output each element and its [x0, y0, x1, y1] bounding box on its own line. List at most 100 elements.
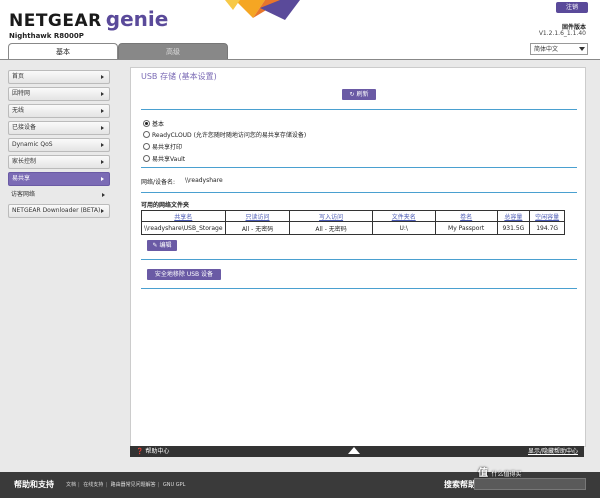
chevron-right-icon — [101, 109, 104, 113]
chevron-down-icon — [579, 47, 585, 51]
sidebar-item-wireless[interactable]: 无线 — [8, 104, 110, 118]
footer-link-docs[interactable]: 文档 — [66, 482, 76, 488]
chevron-right-icon — [101, 160, 104, 164]
help-icon: ❓ — [136, 448, 144, 455]
refresh-label: 刷新 — [356, 91, 369, 98]
refresh-icon: ↻ — [349, 91, 355, 98]
watermark: 值 什么值得买 — [478, 464, 522, 479]
help-center-toggle[interactable]: ❓ 帮助中心 — [136, 446, 169, 457]
device-name-label: 网络/设备名: — [141, 179, 176, 186]
column-header-free-space[interactable]: 空闲容量 — [529, 210, 565, 222]
option-readycloud[interactable]: ReadyCLOUD (允许您随时随地访问您的易共享存储设备) — [143, 130, 306, 139]
divider — [141, 259, 577, 260]
sidebar-item-label: 易共享 — [12, 175, 31, 182]
chevron-right-icon — [101, 126, 104, 130]
safe-remove-usb-button[interactable]: 安全地移除 USB 设备 — [147, 269, 221, 280]
chevron-right-icon — [101, 177, 104, 181]
option-vault[interactable]: 易共享Vault — [143, 154, 185, 163]
sidebar-item-guest-network[interactable]: 访客网络 — [8, 189, 110, 201]
table-row[interactable]: \\readyshare\USB_Storage All - 无密码 All -… — [141, 221, 565, 235]
sidebar-item-dynamic-qos[interactable]: Dynamic QoS — [8, 138, 110, 152]
option-basic[interactable]: 基本 — [143, 119, 164, 128]
language-select[interactable]: 简体中文 — [530, 43, 588, 55]
caret-up-icon[interactable] — [348, 447, 360, 454]
sidebar-item-label: 首页 — [12, 73, 25, 80]
help-center-bar: ❓ 帮助中心 显示/隐藏帮助中心 — [130, 446, 584, 457]
tab-basic[interactable]: 基本 — [8, 43, 118, 60]
column-header-folder-name[interactable]: 文件夹名 — [371, 210, 436, 222]
column-header-share-name[interactable]: 共享名 — [141, 210, 226, 222]
search-input[interactable] — [474, 478, 586, 490]
divider — [141, 167, 577, 168]
tab-advanced[interactable]: 高级 — [118, 43, 228, 60]
option-label: ReadyCLOUD (允许您随时随地访问您的易共享存储设备) — [152, 132, 307, 139]
cell-total-space: 931.5G — [496, 221, 531, 235]
page-title: USB 存储 (基本设置) — [141, 72, 217, 81]
footer-link-gpl[interactable]: GNU GPL — [163, 482, 186, 488]
option-print[interactable]: 易共享打印 — [143, 142, 182, 151]
cell-write-access: All - 无密码 — [289, 221, 373, 235]
divider — [141, 192, 577, 193]
column-header-read-access[interactable]: 只读访问 — [224, 210, 291, 222]
sidebar-item-downloader[interactable]: NETGEAR Downloader (BETA) — [8, 204, 110, 218]
main-panel: USB 存储 (基本设置) ↻ 刷新 基本 ReadyCLOUD (允许您随时随… — [130, 67, 586, 447]
sidebar-item-label: 家长控制 — [12, 158, 37, 165]
decoration-graphic — [225, 0, 300, 20]
sidebar-item-home[interactable]: 首页 — [8, 70, 110, 84]
sidebar-item-readyshare[interactable]: 易共享 — [8, 172, 110, 186]
header-divider — [0, 59, 600, 60]
chevron-right-icon — [101, 209, 104, 213]
sidebar-item-internet[interactable]: 因特网 — [8, 87, 110, 101]
column-header-total-space[interactable]: 总容量 — [496, 210, 531, 222]
divider — [141, 109, 577, 110]
edit-button[interactable]: ✎ 编辑 — [147, 240, 177, 251]
sidebar-item-label: 已接设备 — [12, 124, 37, 131]
help-center-label: 帮助中心 — [145, 448, 170, 455]
watermark-logo: 值 — [478, 468, 488, 479]
sidebar-item-label: NETGEAR Downloader (BETA) — [12, 207, 101, 214]
language-value: 简体中文 — [534, 46, 559, 53]
sidebar-item-label: 无线 — [12, 107, 25, 114]
option-label: 易共享打印 — [152, 144, 183, 151]
sidebar-item-label: Dynamic QoS — [12, 141, 53, 148]
chevron-right-icon — [101, 92, 104, 96]
chevron-right-icon — [101, 75, 104, 79]
chevron-right-icon — [102, 193, 105, 197]
model-name: Nighthawk R8000P — [9, 32, 84, 40]
folders-table: 共享名 只读访问 写入访问 文件夹名 卷名 总容量 空闲容量 \\readysh… — [141, 210, 565, 235]
show-hide-help-link[interactable]: 显示/隐藏帮助中心 — [528, 446, 578, 457]
column-header-volume-name[interactable]: 卷名 — [434, 210, 498, 222]
footer-title: 帮助和支持 — [14, 480, 54, 489]
firmware-version: V1.2.1.6_1.1.40 — [538, 30, 586, 37]
product-name: genie — [105, 7, 169, 31]
radio-button[interactable] — [143, 143, 150, 150]
column-header-write-access[interactable]: 写入访问 — [289, 210, 373, 222]
separator: | — [78, 482, 80, 488]
cell-free-space: 194.7G — [529, 221, 565, 235]
network-folders-label: 可用的网络文件夹 — [141, 202, 190, 209]
header: NETGEAR genie Nighthawk R8000P 注销 固件版本 V1… — [0, 0, 600, 60]
brand-name: NETGEAR — [9, 11, 102, 31]
device-name-value: \\readyshare — [185, 177, 223, 184]
radio-button[interactable] — [143, 131, 150, 138]
pencil-icon: ✎ — [152, 242, 158, 249]
sidebar: 首页 因特网 无线 已接设备 Dynamic QoS 家长控制 易共享 访客网络… — [8, 70, 110, 221]
sidebar-item-parental-control[interactable]: 家长控制 — [8, 155, 110, 169]
radio-button[interactable] — [143, 155, 150, 162]
option-label: 易共享Vault — [152, 156, 186, 163]
chevron-right-icon — [101, 143, 104, 147]
separator: | — [157, 482, 160, 488]
cell-read-access: All - 无密码 — [224, 221, 291, 235]
logout-button[interactable]: 注销 — [556, 2, 588, 13]
radio-selected[interactable] — [143, 120, 150, 127]
refresh-button[interactable]: ↻ 刷新 — [342, 89, 376, 100]
separator: | — [105, 482, 107, 488]
table-header-row: 共享名 只读访问 写入访问 文件夹名 卷名 总容量 空闲容量 — [141, 210, 565, 222]
watermark-text: 什么值得买 — [491, 471, 522, 478]
sidebar-item-label: 访客网络 — [11, 191, 36, 198]
netgear-genie-logo: NETGEAR genie — [9, 7, 168, 31]
footer-link-online-support[interactable]: 在线支持 — [83, 482, 103, 488]
footer-link-faq[interactable]: 路由器常见问题解答 — [111, 482, 156, 488]
cell-volume-name: My Passport — [434, 221, 498, 235]
sidebar-item-attached-devices[interactable]: 已接设备 — [8, 121, 110, 135]
